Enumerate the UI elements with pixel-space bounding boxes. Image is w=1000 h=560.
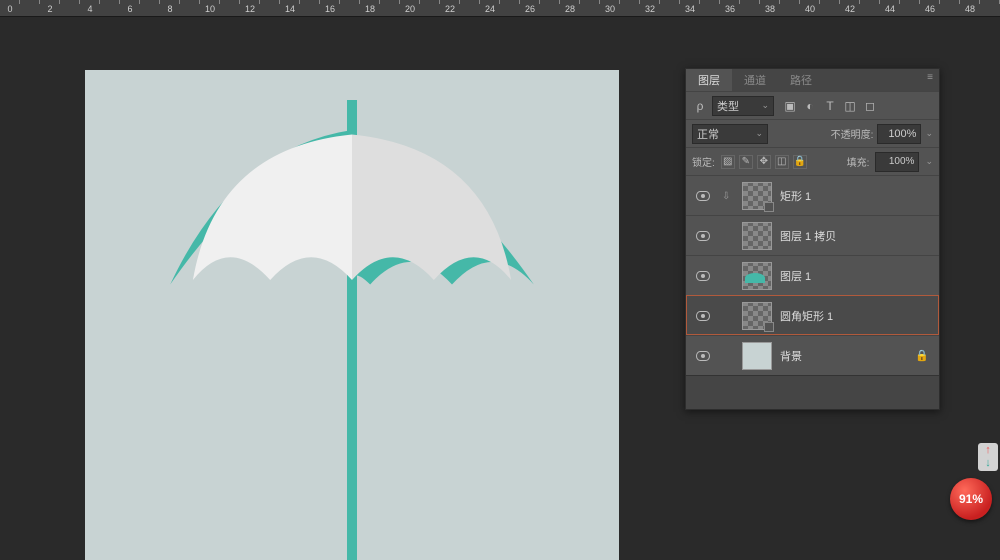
- blend-mode-value: 正常: [697, 126, 719, 142]
- fill-label: 填充:: [847, 154, 870, 169]
- layer-row[interactable]: 图层 1 拷贝: [686, 215, 939, 255]
- panel-tab-2[interactable]: 路径: [778, 69, 824, 91]
- ruler-tick: 32: [640, 0, 660, 12]
- layer-visibility-toggle[interactable]: [692, 191, 714, 201]
- ruler-tick: 12: [240, 0, 260, 12]
- chevron-down-icon: ⌄: [761, 100, 769, 111]
- lock-icon-0[interactable]: ▨: [721, 155, 735, 169]
- filter-kind-dropdown[interactable]: 类型 ⌄: [712, 96, 774, 116]
- layer-name-label[interactable]: 矩形 1: [780, 188, 933, 204]
- ruler-tick: 34: [680, 0, 700, 12]
- ruler-tick: 4: [80, 0, 100, 12]
- ruler-tick: 30: [600, 0, 620, 12]
- panel-tab-0[interactable]: 图层: [686, 69, 732, 91]
- opacity-input[interactable]: 100%: [877, 124, 921, 144]
- layer-visibility-toggle[interactable]: [692, 231, 714, 241]
- layer-name-label[interactable]: 圆角矩形 1: [780, 308, 933, 324]
- chevron-down-icon: ⌄: [755, 128, 763, 139]
- ruler-tick: 10: [200, 0, 220, 12]
- vector-badge-icon: [764, 202, 774, 212]
- eye-icon: [696, 351, 710, 361]
- link-down-icon: ⇩: [722, 191, 730, 202]
- layer-thumbnail[interactable]: [742, 302, 772, 330]
- ruler-tick: 24: [480, 0, 500, 12]
- filter-icon-4[interactable]: ◻: [862, 98, 878, 114]
- umbrella-canopy: [142, 130, 562, 330]
- filter-icon-2[interactable]: T: [822, 98, 838, 114]
- filter-icon-1[interactable]: ◐: [802, 98, 818, 114]
- lock-label: 锁定:: [692, 154, 715, 169]
- ruler-tick: 48: [960, 0, 980, 12]
- ruler-tick: 42: [840, 0, 860, 12]
- ruler-tick: 22: [440, 0, 460, 12]
- ruler-tick: 16: [320, 0, 340, 12]
- fill-input[interactable]: 100%: [875, 152, 919, 172]
- ruler-tick: 2: [40, 0, 60, 12]
- layer-row[interactable]: 背景🔒: [686, 335, 939, 375]
- vector-badge-icon: [764, 322, 774, 332]
- lock-icon-1[interactable]: ✎: [739, 155, 753, 169]
- document-canvas[interactable]: [85, 70, 619, 560]
- opacity-label: 不透明度:: [831, 126, 874, 141]
- ruler-tick: 40: [800, 0, 820, 12]
- layer-row[interactable]: 圆角矩形 1: [686, 295, 939, 335]
- filter-kind-label: 类型: [717, 98, 739, 114]
- ruler-tick: 36: [720, 0, 740, 12]
- layers-list: ⇩ 矩形 1 图层 1 拷贝图层 1 圆角矩形 1 背景🔒: [686, 175, 939, 375]
- layer-filter-row: ρ 类型 ⌄ ▣◐T◫◻: [686, 91, 939, 119]
- panel-footer: [686, 375, 939, 409]
- ruler-tick: 26: [520, 0, 540, 12]
- arrow-up-icon: ↑: [985, 445, 991, 456]
- zoom-arrows[interactable]: ↑ ↓: [978, 443, 998, 471]
- eye-icon: [696, 311, 710, 321]
- layer-thumbnail[interactable]: [742, 342, 772, 370]
- panel-menu-icon[interactable]: ≡: [927, 72, 935, 83]
- ruler-tick: 46: [920, 0, 940, 12]
- umbrella-artwork: [85, 70, 619, 560]
- lock-icon: 🔒: [915, 349, 929, 362]
- ruler-tick: 8: [160, 0, 180, 12]
- layer-name-label[interactable]: 图层 1 拷贝: [780, 228, 933, 244]
- ruler-horizontal[interactable]: 0246810121416182022242628303234363840424…: [0, 0, 1000, 17]
- zoom-value: 91%: [959, 492, 983, 506]
- layer-thumbnail[interactable]: [742, 222, 772, 250]
- layer-row[interactable]: 图层 1: [686, 255, 939, 295]
- layer-name-label[interactable]: 图层 1: [780, 268, 933, 284]
- chevron-down-icon[interactable]: ⌄: [925, 128, 933, 139]
- ruler-tick: 6: [120, 0, 140, 12]
- eye-icon: [696, 231, 710, 241]
- eye-icon: [696, 271, 710, 281]
- layer-visibility-toggle[interactable]: [692, 271, 714, 281]
- ruler-tick: 38: [760, 0, 780, 12]
- panel-header: 图层通道路径 ≡: [686, 69, 939, 91]
- layer-link-column: ⇩: [722, 190, 734, 202]
- filter-icon-3[interactable]: ◫: [842, 98, 858, 114]
- layers-panel: 图层通道路径 ≡ ρ 类型 ⌄ ▣◐T◫◻ 正常 ⌄ 不透明度: 100% ⌄ …: [685, 68, 940, 410]
- ruler-tick: 14: [280, 0, 300, 12]
- lock-icon-2[interactable]: ✥: [757, 155, 771, 169]
- ruler-tick: 20: [400, 0, 420, 12]
- eye-icon: [696, 191, 710, 201]
- ruler-tick: 28: [560, 0, 580, 12]
- search-icon: ρ: [692, 98, 708, 114]
- blend-row: 正常 ⌄ 不透明度: 100% ⌄: [686, 119, 939, 147]
- layer-visibility-toggle[interactable]: [692, 311, 714, 321]
- blend-mode-dropdown[interactable]: 正常 ⌄: [692, 124, 768, 144]
- panel-tab-1[interactable]: 通道: [732, 69, 778, 91]
- layer-row[interactable]: ⇩ 矩形 1: [686, 175, 939, 215]
- lock-icon-3[interactable]: ◫: [775, 155, 789, 169]
- filter-icon-0[interactable]: ▣: [782, 98, 798, 114]
- lock-icon-4[interactable]: 🔒: [793, 155, 807, 169]
- layer-thumbnail[interactable]: [742, 182, 772, 210]
- zoom-badge[interactable]: 91%: [950, 478, 992, 520]
- ruler-tick: 18: [360, 0, 380, 12]
- arrow-down-icon: ↓: [985, 458, 991, 469]
- ruler-tick: 44: [880, 0, 900, 12]
- chevron-down-icon[interactable]: ⌄: [925, 156, 933, 167]
- ruler-tick: 0: [0, 0, 20, 12]
- layer-name-label[interactable]: 背景: [780, 348, 933, 364]
- layer-visibility-toggle[interactable]: [692, 351, 714, 361]
- layer-thumbnail[interactable]: [742, 262, 772, 290]
- lock-row: 锁定: ▨ ✎ ✥ ◫ 🔒 填充: 100% ⌄: [686, 147, 939, 175]
